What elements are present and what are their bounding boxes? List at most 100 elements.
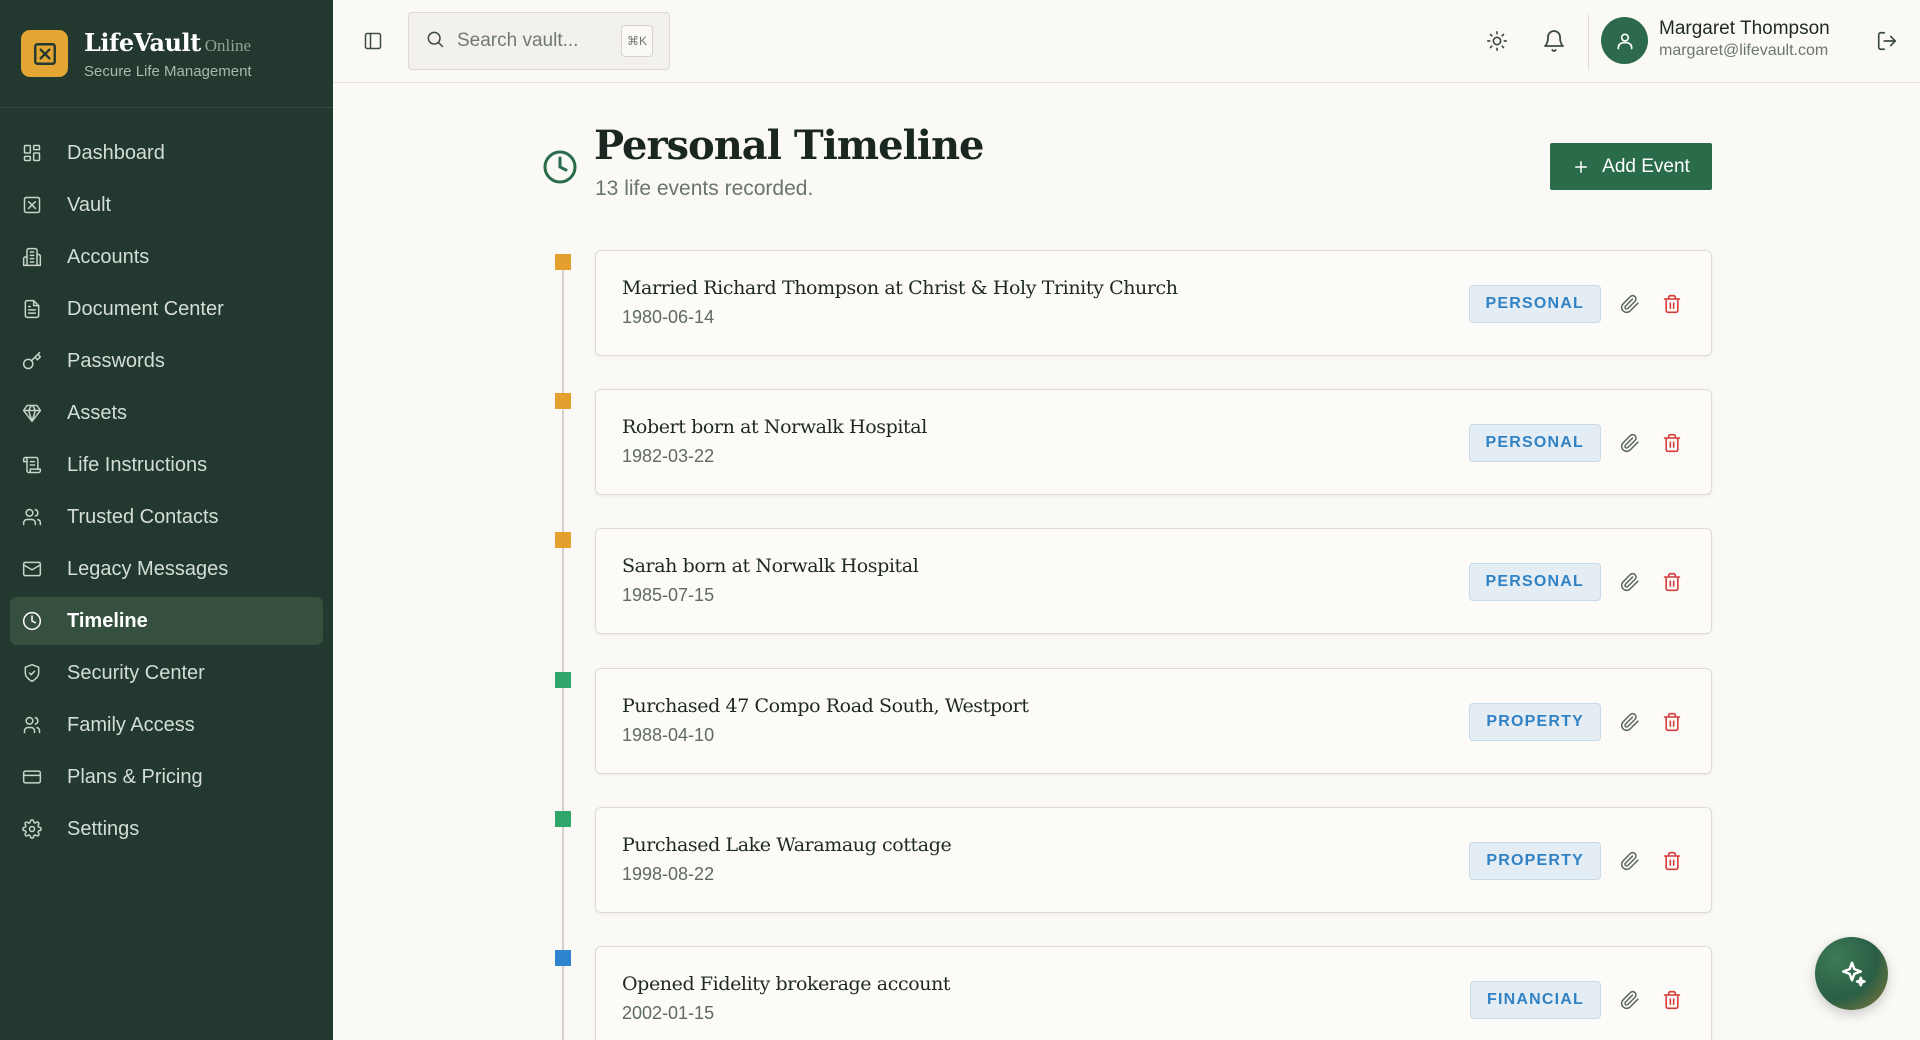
key-icon [21,350,43,372]
sidebar-item-passwords[interactable]: Passwords [10,337,323,385]
sidebar-item-trusted-contacts[interactable]: Trusted Contacts [10,493,323,541]
event-date: 1998-08-22 [622,864,715,884]
sidebar-toggle-icon[interactable] [360,28,386,54]
timeline-event[interactable]: Opened Fidelity brokerage account 2002-0… [595,946,1712,1040]
trash-icon[interactable] [1661,432,1683,454]
trash-icon[interactable] [1661,293,1683,315]
trash-icon[interactable] [1661,989,1683,1011]
ai-assistant-button[interactable] [1815,937,1888,1010]
paperclip-icon[interactable] [1619,293,1641,315]
sidebar-item-dashboard[interactable]: Dashboard [10,129,323,177]
timeline-marker [555,532,571,548]
avatar[interactable] [1601,17,1648,64]
sidebar-item-label: Dashboard [67,141,165,164]
event-date: 2002-01-15 [622,1003,715,1023]
timeline-event[interactable]: Married Richard Thompson at Christ & Hol… [595,250,1712,356]
bell-icon[interactable] [1540,27,1568,55]
timeline-event[interactable]: Robert born at Norwalk Hospital 1982-03-… [595,389,1712,495]
sidebar-item-label: Assets [67,401,128,424]
scroll-icon [21,454,43,476]
search-shortcut: ⌘K [621,25,653,57]
timeline-event[interactable]: Purchased Lake Waramaug cottage 1998-08-… [595,807,1712,913]
category-badge: PERSONAL [1468,563,1601,601]
sidebar-item-label: Family Access [67,713,195,736]
timeline-event[interactable]: Purchased 47 Compo Road South, Westport … [595,668,1712,774]
sidebar-item-label: Passwords [67,349,165,372]
sidebar-item-vault[interactable]: Vault [10,181,323,229]
timeline-event[interactable]: Sarah born at Norwalk Hospital 1985-07-1… [595,528,1712,634]
paperclip-icon[interactable] [1619,571,1641,593]
gem-icon [21,402,43,424]
search-placeholder: Search vault... [457,30,579,51]
event-title: Sarah born at Norwalk Hospital [622,555,919,577]
timeline-clock-icon [542,149,578,185]
users-icon [21,506,43,528]
sidebar-nav: Dashboard Vault Accounts Document Center… [0,108,333,853]
sidebar-item-timeline[interactable]: Timeline [10,597,323,645]
event-title: Purchased 47 Compo Road South, Westport [622,695,1029,717]
sidebar: LifeVault Online Secure Life Management D… [0,0,333,1040]
event-title: Robert born at Norwalk Hospital [622,416,927,438]
clock-icon [21,610,43,632]
paperclip-icon[interactable] [1619,989,1641,1011]
category-badge: PROPERTY [1469,842,1601,880]
mail-icon [21,558,43,580]
sidebar-item-document-center[interactable]: Document Center [10,285,323,333]
brand-tagline: Secure Life Management [84,62,252,80]
shield-check-icon [21,662,43,684]
event-title: Married Richard Thompson at Christ & Hol… [622,277,1178,299]
search-icon [425,29,445,54]
paperclip-icon[interactable] [1619,432,1641,454]
sidebar-item-label: Plans & Pricing [67,765,203,788]
sidebar-item-assets[interactable]: Assets [10,389,323,437]
timeline-marker [555,811,571,827]
plus-icon [1575,160,1588,173]
credit-card-icon [21,766,43,788]
timeline-marker [555,950,571,966]
vault-logo-icon [21,30,68,77]
trash-icon[interactable] [1661,711,1683,733]
sidebar-item-settings[interactable]: Settings [10,805,323,853]
sidebar-item-legacy-messages[interactable]: Legacy Messages [10,545,323,593]
timeline-line [562,262,564,1040]
sparkles-icon [1841,961,1866,986]
trash-icon[interactable] [1661,850,1683,872]
event-title: Purchased Lake Waramaug cottage [622,834,952,856]
sidebar-item-accounts[interactable]: Accounts [10,233,323,281]
brand-header[interactable]: LifeVault Online Secure Life Management [0,0,333,108]
paperclip-icon[interactable] [1619,711,1641,733]
sidebar-item-life-instructions[interactable]: Life Instructions [10,441,323,489]
accounts-icon [21,246,43,268]
document-icon [21,298,43,320]
user-name: Margaret Thompson [1659,18,1830,39]
trash-icon[interactable] [1661,571,1683,593]
page-subtitle: 13 life events recorded. [595,177,814,200]
logout-icon[interactable] [1874,28,1900,54]
search-input[interactable]: Search vault... ⌘K [408,12,670,70]
event-date: 1985-07-15 [622,585,715,605]
brand-status: Online [204,35,251,55]
user-email: margaret@lifevault.com [1659,42,1829,59]
sidebar-item-security-center[interactable]: Security Center [10,649,323,697]
timeline-marker [555,672,571,688]
sidebar-item-plans-pricing[interactable]: Plans & Pricing [10,753,323,801]
family-icon [21,714,43,736]
paperclip-icon[interactable] [1619,850,1641,872]
theme-toggle-sun-icon[interactable] [1483,27,1511,55]
sidebar-item-label: Life Instructions [67,453,208,476]
event-date: 1988-04-10 [622,725,715,745]
event-date: 1982-03-22 [622,446,715,466]
add-event-button[interactable]: Add Event [1550,143,1712,190]
timeline-marker [555,393,571,409]
sidebar-item-family-access[interactable]: Family Access [10,701,323,749]
vault-icon [21,194,43,216]
sidebar-item-label: Security Center [67,661,205,684]
sidebar-item-label: Trusted Contacts [67,505,219,528]
sidebar-item-label: Timeline [67,609,148,632]
sidebar-item-label: Vault [67,193,112,216]
add-event-label: Add Event [1602,155,1690,177]
sidebar-item-label: Settings [67,817,140,840]
brand-name: LifeVault [84,27,201,57]
sidebar-item-label: Accounts [67,245,150,268]
page-title: Personal Timeline [594,122,985,169]
